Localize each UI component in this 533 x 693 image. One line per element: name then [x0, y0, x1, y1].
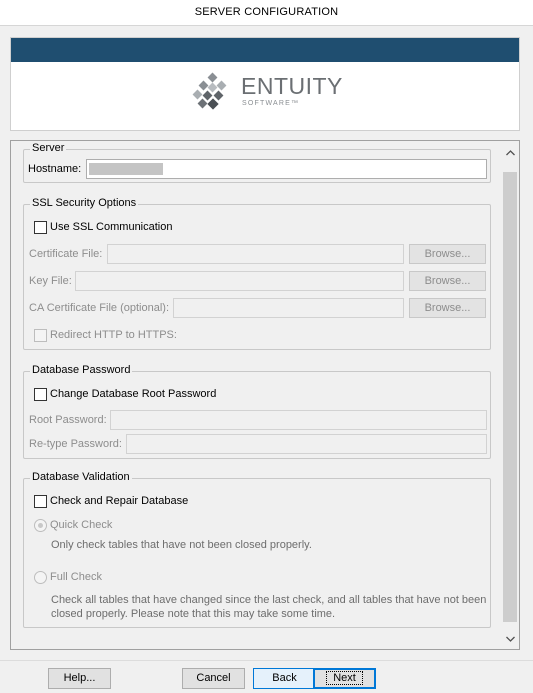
vertical-scrollbar[interactable] [502, 142, 518, 648]
use-ssl-label[interactable]: Use SSL Communication [50, 221, 172, 233]
quick-check-radio[interactable] [34, 519, 47, 532]
server-group: Server Hostname: [23, 142, 491, 183]
scrollbar-thumb[interactable] [503, 172, 517, 622]
change-root-password-label[interactable]: Change Database Root Password [50, 388, 216, 400]
entuity-logo-icon [192, 72, 227, 110]
key-file-input[interactable] [75, 271, 404, 291]
root-password-label: Root Password: [29, 414, 107, 426]
database-password-legend: Database Password [30, 364, 133, 376]
window-title: SERVER CONFIGURATION [0, 0, 533, 26]
cancel-button[interactable]: Cancel [182, 668, 245, 689]
ca-certificate-label: CA Certificate File (optional): [29, 302, 169, 314]
next-button-label: Next [326, 671, 363, 685]
chevron-down-icon[interactable] [502, 631, 518, 648]
brand-subtitle: SOFTWARE™ [242, 100, 300, 107]
database-validation-group: Database Validation Check and Repair Dat… [23, 471, 491, 628]
redirect-https-checkbox[interactable] [34, 329, 47, 342]
chevron-up-icon[interactable] [502, 145, 518, 162]
help-button[interactable]: Help... [48, 668, 111, 689]
use-ssl-checkbox[interactable] [34, 221, 47, 234]
root-password-input[interactable] [110, 410, 487, 430]
brand-banner: ENTUITY SOFTWARE™ [10, 37, 520, 131]
button-bar: Help... Cancel Back Next [0, 660, 533, 693]
certificate-file-input[interactable] [107, 244, 404, 264]
redirect-https-label: Redirect HTTP to HTTPS: [50, 329, 177, 341]
server-legend: Server [30, 142, 67, 154]
brand-name: ENTUITY [241, 73, 343, 99]
key-file-label: Key File: [29, 275, 72, 287]
full-check-description-line2: closed properly. Please note that this m… [51, 608, 336, 620]
full-check-radio[interactable] [34, 571, 47, 584]
full-check-label: Full Check [50, 571, 102, 583]
ca-browse-button[interactable]: Browse... [409, 298, 486, 318]
check-repair-label[interactable]: Check and Repair Database [50, 495, 188, 507]
entuity-logo: ENTUITY SOFTWARE™ [191, 72, 361, 112]
back-button[interactable]: Back [253, 668, 316, 689]
full-check-description-line1: Check all tables that have changed since… [51, 594, 487, 606]
hostname-input[interactable] [86, 159, 487, 179]
quick-check-description: Only check tables that have not been clo… [51, 539, 312, 551]
quick-check-label: Quick Check [50, 519, 113, 531]
retype-password-label: Re-type Password: [29, 438, 122, 450]
ssl-legend: SSL Security Options [30, 197, 139, 209]
database-password-group: Database Password Change Database Root P… [23, 364, 491, 459]
key-browse-button[interactable]: Browse... [409, 271, 486, 291]
change-root-password-checkbox[interactable] [34, 388, 47, 401]
hostname-label: Hostname: [28, 163, 82, 175]
settings-panel: Server Hostname: SSL Security Options Us… [10, 140, 520, 650]
banner-bar [11, 38, 519, 62]
hostname-value-redacted [89, 163, 163, 175]
ssl-group: SSL Security Options Use SSL Communicati… [23, 197, 491, 350]
ca-certificate-input[interactable] [173, 298, 404, 318]
check-repair-checkbox[interactable] [34, 495, 47, 508]
certificate-file-label: Certificate File: [29, 248, 103, 260]
database-validation-legend: Database Validation [30, 471, 132, 483]
retype-password-input[interactable] [126, 434, 487, 454]
next-button[interactable]: Next [313, 668, 376, 689]
certificate-browse-button[interactable]: Browse... [409, 244, 486, 264]
